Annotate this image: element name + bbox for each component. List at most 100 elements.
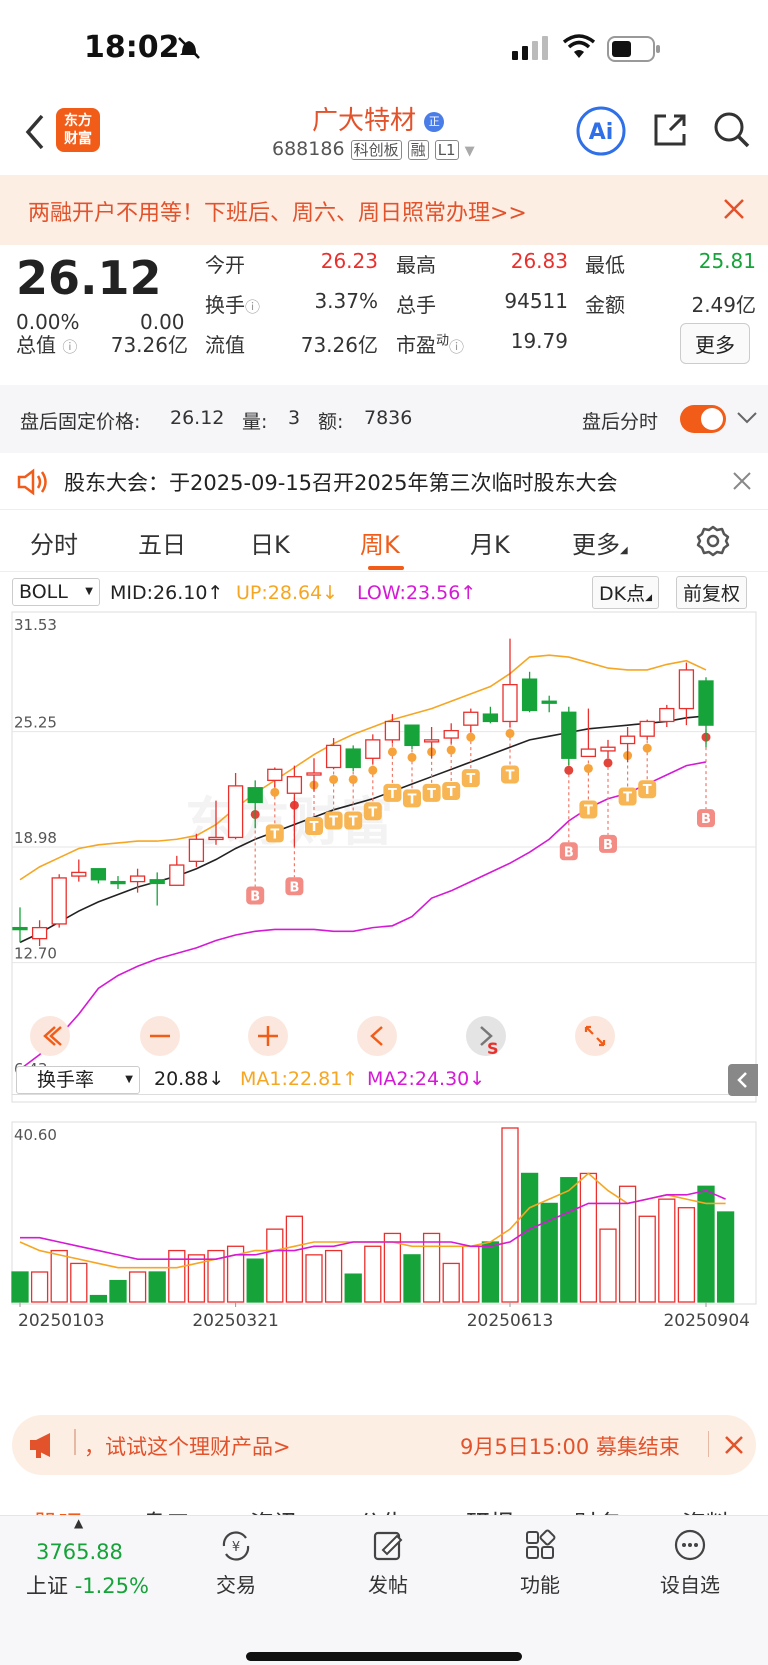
search-icon[interactable] bbox=[712, 110, 752, 154]
zoom-out-icon[interactable] bbox=[140, 1016, 180, 1056]
nav-functions[interactable]: 功能 bbox=[490, 1528, 590, 1598]
after-hours-toggle[interactable] bbox=[680, 405, 726, 433]
turnover-bar bbox=[266, 1228, 284, 1303]
promo-banner[interactable]: 两融开户不用等！下班后、周六、周日照常办理>> bbox=[0, 175, 768, 245]
nav-post[interactable]: 发帖 bbox=[338, 1528, 438, 1598]
close-icon[interactable] bbox=[724, 1435, 744, 1459]
candle-body bbox=[619, 735, 636, 745]
tab-weekly-k[interactable]: 周K bbox=[360, 525, 400, 560]
signal-dot bbox=[642, 743, 652, 753]
subtab-research[interactable]: 研报 bbox=[466, 1504, 514, 1515]
subtab-news[interactable]: 资讯 bbox=[250, 1504, 298, 1515]
turnover-indicator-select[interactable]: 换手率 ▼ bbox=[16, 1066, 140, 1094]
tab-five-day[interactable]: 五日 bbox=[138, 525, 186, 560]
index-name[interactable]: 上证 bbox=[26, 1574, 68, 1598]
chevron-down-icon[interactable] bbox=[736, 409, 758, 431]
status-time: 18:02 bbox=[84, 30, 180, 65]
index-value[interactable]: 3765.88 bbox=[36, 1540, 123, 1564]
back-icon[interactable] bbox=[22, 112, 46, 156]
turnover-bar bbox=[638, 1215, 656, 1303]
total-mv: 73.26亿 bbox=[110, 333, 188, 357]
turnover-bar bbox=[520, 1172, 539, 1303]
subtab-pankou[interactable]: 盘口 bbox=[142, 1504, 190, 1515]
ad-separator bbox=[74, 1429, 76, 1455]
turnover-bar bbox=[89, 1294, 108, 1303]
zoom-in-icon[interactable] bbox=[248, 1016, 288, 1056]
info-icon[interactable]: ⓘ bbox=[449, 338, 464, 356]
turnover-bar bbox=[501, 1127, 519, 1303]
candle-body bbox=[188, 838, 205, 863]
collapse-left-icon[interactable] bbox=[30, 1016, 70, 1056]
candle-body bbox=[541, 700, 557, 704]
turnover-bar bbox=[344, 1273, 362, 1303]
price-axis-label: 12.70 bbox=[14, 945, 57, 963]
index-change[interactable]: -1.25% bbox=[75, 1574, 149, 1598]
signal-label: T bbox=[368, 805, 377, 820]
price-axis-label: 25.25 bbox=[14, 714, 57, 732]
signal-label: B bbox=[701, 812, 711, 827]
subtab-announcements[interactable]: 公告 bbox=[358, 1504, 406, 1515]
date-axis-label: 20250613 bbox=[467, 1311, 554, 1331]
signal-label: B bbox=[250, 889, 260, 904]
tab-more[interactable]: 更多◢ bbox=[572, 525, 628, 560]
candle-body bbox=[306, 772, 322, 776]
volume-value: 94511 bbox=[504, 289, 568, 313]
stock-code: 688186 bbox=[272, 138, 345, 160]
panel-collapse-icon[interactable] bbox=[728, 1064, 758, 1096]
close-icon[interactable] bbox=[722, 197, 746, 225]
candle-body bbox=[149, 879, 165, 885]
ad-bar[interactable]: ，试试这个理财产品> 9月5日15:00 募集结束 bbox=[12, 1415, 756, 1475]
ai-icon[interactable]: Ai bbox=[576, 106, 626, 160]
nav-trade[interactable]: ¥ 交易 bbox=[186, 1528, 286, 1598]
candle-body bbox=[345, 748, 361, 769]
share-icon[interactable] bbox=[650, 110, 690, 154]
candle-body bbox=[384, 720, 401, 741]
candle-body bbox=[659, 707, 675, 723]
signal-dot bbox=[387, 747, 397, 757]
after-hours-timeshare-label: 盘后分时 bbox=[582, 411, 659, 433]
date-axis-label: 20250103 bbox=[18, 1311, 105, 1331]
tab-intraday[interactable]: 分时 bbox=[30, 525, 78, 560]
chart-svg[interactable]: 东方财富 BTBT T TTT T T TT TBTBT TB 31.5325.2518.98… bbox=[0, 572, 768, 1402]
scroll-left-icon[interactable] bbox=[357, 1016, 397, 1056]
close-icon[interactable] bbox=[732, 471, 752, 496]
turnover-bar bbox=[403, 1254, 421, 1303]
app-logo: 东方 财富 bbox=[56, 108, 100, 152]
notice-bar[interactable]: 股东大会：于2025-09-15召开2025年第三次临时股东大会 bbox=[0, 453, 768, 510]
turnover-bar bbox=[560, 1177, 578, 1303]
settings-gear-icon[interactable] bbox=[696, 524, 730, 562]
turnover-label: 换手ⓘ bbox=[205, 293, 261, 317]
subtab-financials[interactable]: 财务 bbox=[574, 1504, 622, 1515]
tab-daily-k[interactable]: 日K bbox=[250, 525, 290, 560]
tab-monthly-k[interactable]: 月K bbox=[470, 525, 510, 560]
fullscreen-icon[interactable] bbox=[575, 1016, 615, 1056]
info-icon[interactable]: ⓘ bbox=[245, 298, 260, 316]
index-info[interactable]: 上证 -1.25% bbox=[26, 1570, 149, 1600]
promo-banner-text[interactable]: 两融开户不用等！下班后、周六、周日照常办理>> bbox=[28, 195, 527, 227]
amount-label: 金额 bbox=[585, 293, 625, 317]
svg-text:Ai: Ai bbox=[589, 120, 614, 145]
candle-body bbox=[227, 785, 244, 839]
dropdown-caret-icon[interactable]: ▼ bbox=[465, 144, 475, 159]
signal-label: T bbox=[427, 787, 436, 802]
tag-level: L1 bbox=[434, 140, 459, 160]
candle-body bbox=[482, 713, 499, 723]
notice-text[interactable]: 股东大会：于2025-09-15召开2025年第三次临时股东大会 bbox=[64, 467, 617, 497]
signal-icon bbox=[512, 36, 550, 64]
turnover-bar bbox=[109, 1279, 127, 1303]
nav-add-watchlist[interactable]: 设自选 bbox=[640, 1528, 740, 1598]
active-tab-indicator bbox=[368, 566, 404, 570]
candle-body bbox=[267, 768, 283, 782]
info-icon[interactable]: ⓘ bbox=[62, 338, 77, 356]
subtab-guba[interactable]: 股吧 bbox=[34, 1504, 82, 1515]
subtab-profile[interactable]: 资料 bbox=[682, 1504, 730, 1515]
turnover-bar bbox=[579, 1172, 598, 1303]
fixed-price-value: 26.12 bbox=[170, 407, 225, 429]
turnover-bar bbox=[481, 1241, 500, 1303]
after-hours-bar: 盘后固定价格: 26.12 量: 3 额: 7836 盘后分时 bbox=[0, 385, 768, 453]
turnover-bar bbox=[305, 1254, 323, 1303]
more-quote-button[interactable]: 更多 bbox=[680, 323, 750, 364]
ad-text[interactable]: ，试试这个理财产品> bbox=[84, 1431, 291, 1461]
turnover-bar bbox=[422, 1232, 441, 1303]
signal-label: T bbox=[349, 814, 358, 829]
